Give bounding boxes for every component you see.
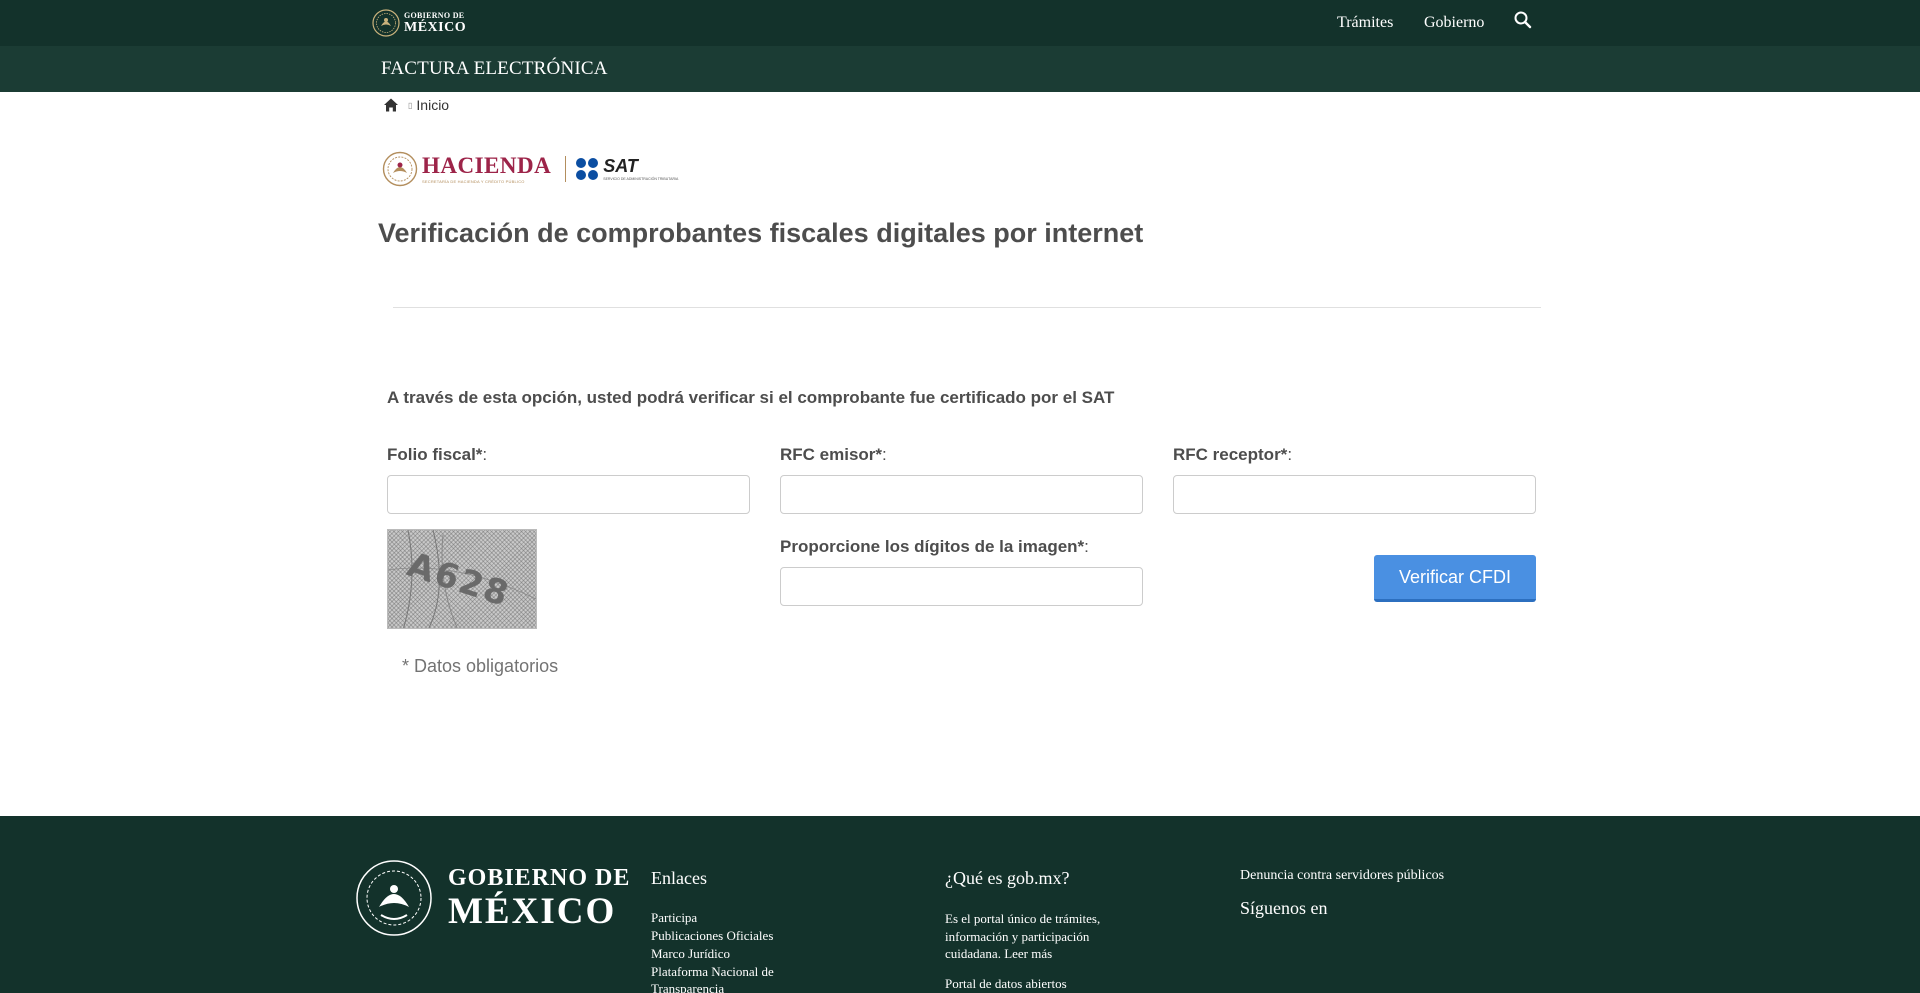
footer-enlaces-heading: Enlaces [651,868,707,888]
footer: GOBIERNO DE MÉXICO Enlaces Participa Pub… [0,816,1920,993]
required-note: * Datos obligatorios [402,656,559,676]
footer-link-transparencia[interactable]: Transparencia [651,980,724,993]
hacienda-name: HACIENDA [422,152,552,178]
footer-link-plataforma[interactable]: Plataforma Nacional de [651,963,774,981]
footer-link-datos-abiertos[interactable]: Portal de datos abiertos [945,975,1067,993]
verificar-cfdi-button[interactable]: Verificar CFDI [1374,555,1536,602]
top-bar: GOBIERNO DE MÉXICO Trámites Gobierno [0,0,1920,46]
home-icon[interactable] [383,97,399,113]
footer-link-publicaciones[interactable]: Publicaciones Oficiales [651,927,773,945]
footer-logo-line1: GOBIERNO DE [448,865,631,891]
hacienda-seal-icon [382,151,418,187]
rfc-receptor-label: RFC receptor*: [1173,445,1293,464]
section-title[interactable]: FACTURA ELECTRÓNICA [381,58,608,80]
captcha-input[interactable] [780,567,1143,606]
folio-fiscal-input[interactable] [387,475,750,514]
captcha-image: A628 [387,529,537,629]
rfc-receptor-input[interactable] [1173,475,1536,514]
breadcrumb: ▯ Inicio [383,96,449,114]
mexico-seal-icon [356,860,432,936]
institution-logos: HACIENDA SECRETARÍA DE HACIENDA Y CRÉDIT… [382,150,678,188]
gobierno-mexico-logo[interactable]: GOBIERNO DE MÉXICO [372,9,466,37]
footer-que-es-text: Es el portal único de trámites, informac… [945,911,1101,961]
search-icon[interactable] [1513,10,1533,30]
footer-link-marco-juridico[interactable]: Marco Jurídico [651,945,730,963]
footer-logo[interactable]: GOBIERNO DE MÉXICO [355,859,630,937]
footer-siguenos: Síguenos en [1240,898,1328,918]
footer-logo-line2: MÉXICO [448,891,617,932]
intro-text: A través de esta opción, usted podrá ver… [387,388,1115,407]
hacienda-subtitle: SECRETARÍA DE HACIENDA Y CRÉDITO PÚBLICO [422,178,525,184]
captcha-label: Proporcione los dígitos de la imagen*: [780,537,1089,556]
sat-subtitle: SERVICIO DE ADMINISTRACIÓN TRIBUTARIA [603,177,679,181]
logo-divider [565,156,567,182]
mexico-seal-icon [372,9,400,37]
sat-logo-icon [576,158,599,180]
nav-gobierno[interactable]: Gobierno [1424,14,1484,32]
footer-link-denuncia[interactable]: Denuncia contra servidores públicos [1240,867,1444,885]
rfc-emisor-label: RFC emisor*: [780,445,887,464]
page-title: Verificación de comprobantes fiscales di… [378,218,1144,248]
breadcrumb-separator: ▯ [408,100,413,110]
footer-que-es-heading: ¿Qué es gob.mx? [945,868,1070,888]
nav-tramites[interactable]: Trámites [1337,14,1393,32]
section-bar: FACTURA ELECTRÓNICA [0,46,1920,92]
divider [393,307,1541,308]
breadcrumb-current[interactable]: Inicio [416,97,449,113]
footer-link-participa[interactable]: Participa [651,909,697,927]
rfc-emisor-input[interactable] [780,475,1143,514]
logo-line1: GOBIERNO DE [404,10,465,20]
folio-fiscal-label: Folio fiscal*: [387,445,488,464]
logo-line2: MÉXICO [404,19,467,35]
sat-name: SAT [603,156,638,176]
